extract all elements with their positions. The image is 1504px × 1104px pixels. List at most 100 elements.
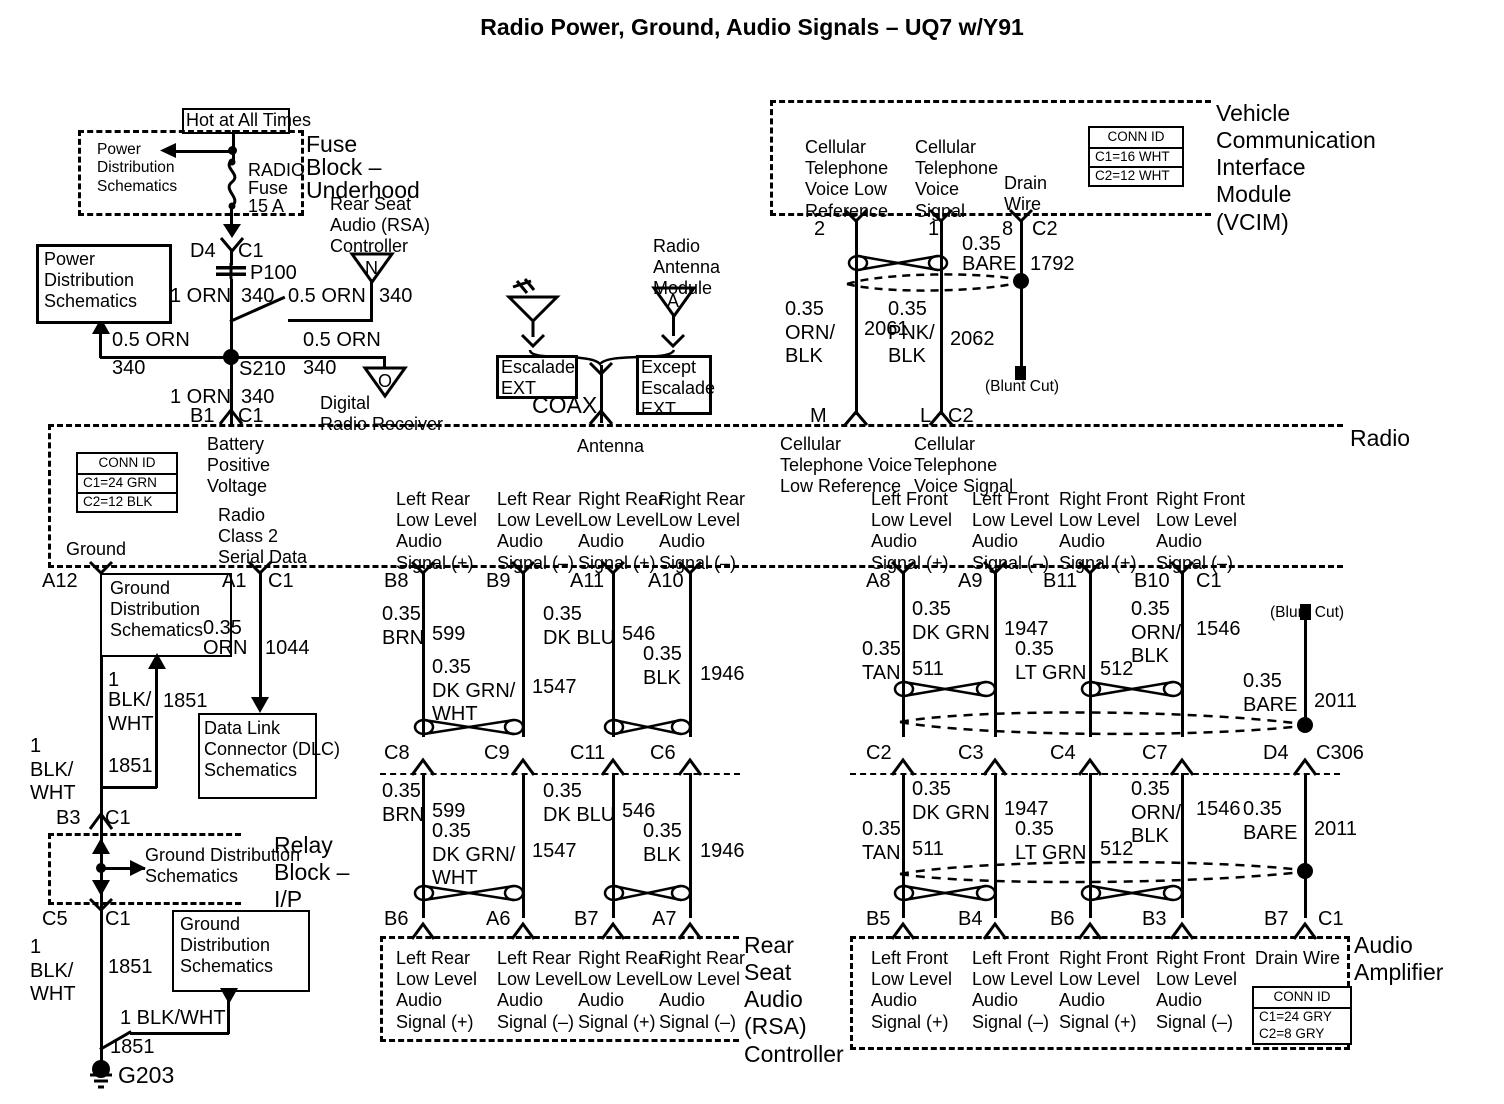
dlc-wire-1044	[259, 572, 262, 700]
rsa-ref-letter: N	[365, 258, 378, 278]
vcim-conn-id-header: CONN ID	[1090, 128, 1182, 149]
radio-battery-positive-label: Battery Positive Voltage	[207, 434, 271, 497]
front-bot-pin-b7-drain: B7	[1264, 908, 1289, 930]
rear-top-pin-a11: A11	[570, 570, 605, 592]
rsa-pin-label-2: Left Rear Low Level Audio Signal (–)	[497, 948, 579, 1032]
radio-antenna-module-ref-letter: A	[667, 291, 680, 311]
rear-wire-a11	[612, 572, 615, 737]
radio-name-label: Radio	[1350, 425, 1411, 451]
front-upper-wire-spec-4: 0.35 ORN/ BLK	[1131, 598, 1181, 668]
front-drain-spec-lower: 0.35 BARE	[1243, 798, 1298, 844]
splice-p100-label: P100	[250, 262, 297, 284]
front-bot-pin-b5: B5	[866, 908, 891, 930]
rear-upper-wire-num-4: 1946	[700, 663, 745, 685]
front-mid-pin-c7: C7	[1142, 742, 1168, 764]
drr-ref-letter: O	[378, 371, 393, 391]
rear-bot-pin-b7: B7	[574, 908, 599, 930]
front-drain-wire-upper	[1304, 618, 1307, 722]
pds-arrow-left-icon	[160, 143, 176, 158]
wire-05orn-rsa: 0.5 ORN	[288, 285, 366, 307]
radio-pin-label-right-front-pos: Right Front Low Level Audio Signal (+)	[1059, 489, 1149, 573]
radio-pin-label-left-rear-pos: Left Rear Low Level Audio Signal (+)	[396, 489, 478, 573]
relay-splice-dot	[96, 863, 106, 873]
dlc-wire-num: 1044	[265, 637, 310, 659]
vcim-bare-color: BARE	[962, 253, 1017, 275]
rear-upper-wire-spec-3: 0.35 DK BLU	[543, 603, 616, 649]
vcim-pin2-number: 2	[814, 218, 826, 240]
rsa-pin-label-3: Right Rear Low Level Audio Signal (+)	[578, 948, 665, 1032]
front-top-pin-b10: B10	[1134, 570, 1170, 592]
terminal-c5: C5	[42, 908, 68, 930]
ground-wire-num-1: 1851	[163, 690, 208, 712]
rear-twisted-pair-upper-right	[603, 718, 692, 736]
audio-amplifier-name: Audio Amplifier	[1354, 932, 1444, 986]
amplifier-conn-id-table: CONN ID C1=24 GRY C2=8 GRY	[1252, 986, 1352, 1045]
terminal-a1: A1	[222, 570, 247, 592]
rear-lower-wire-spec-3: 0.35 DK BLU	[543, 780, 616, 826]
radio-conn-id-table: CONN ID C1=24 GRN C2=12 BLK	[76, 452, 178, 513]
coax-connector-top-icon	[588, 361, 614, 377]
rear-bot-pin-b6: B6	[384, 908, 409, 930]
ground-wire-label-4: 1 BLK/WHT	[120, 1007, 226, 1029]
vcim-pin1-label: Cellular Telephone Voice Signal	[915, 137, 999, 221]
antenna-symbol-icon	[505, 278, 561, 337]
rear-twisted-pair-upper-left	[413, 718, 525, 736]
wire-05orn-left: 0.5 ORN	[112, 329, 190, 351]
front-drain-num-upper: 2011	[1314, 690, 1358, 712]
ground-branch-1851	[155, 660, 158, 788]
ground-symbol-icon	[90, 1073, 112, 1089]
rear-wire-b8	[422, 572, 425, 737]
amp-conn-id-c2: C2=8 GRY	[1259, 1025, 1325, 1041]
front-top-pin-a9: A9	[958, 570, 983, 592]
vcim-conn-id-c2: C2=12 WHT	[1090, 165, 1182, 185]
rear-wire-a10	[689, 572, 692, 737]
front-drain-splice-dot-lower	[1297, 863, 1313, 879]
rear-connector-b9-icon	[510, 560, 536, 576]
front-top-connector-c1: C1	[1196, 570, 1222, 592]
rear-bundle-divider	[380, 773, 740, 775]
rear-upper-wire-spec-1: 0.35 BRN	[382, 603, 425, 649]
rear-mid-pin-c9: C9	[484, 742, 510, 764]
gds2-arrow-icon	[220, 988, 238, 1004]
rear-top-pin-b9: B9	[486, 570, 511, 592]
rsa-branch-horizontal	[288, 319, 373, 322]
rear-wire-b9	[522, 572, 525, 737]
ground-branch-join	[100, 786, 157, 789]
pds-left-up-line	[99, 330, 102, 358]
radio-pin-label-right-rear-neg: Right Rear Low Level Audio Signal (–)	[659, 489, 746, 573]
rear-lower-wire-num-2: 1547	[532, 840, 577, 862]
front-bot-pin-b4: B4	[958, 908, 983, 930]
p100-splice-symbol	[216, 263, 246, 279]
front-mid-pin-c2: C2	[866, 742, 892, 764]
pds-feed-line	[172, 150, 234, 153]
vcim-conn-id-table: CONN ID C1=16 WHT C2=12 WHT	[1088, 126, 1184, 187]
front-bundle-divider	[850, 773, 1340, 775]
front-bot-pin-b3: B3	[1142, 908, 1167, 930]
front-top-pin-b11: B11	[1043, 570, 1078, 592]
dlc-box-label: Data Link Connector (DLC) Schematics	[204, 718, 341, 781]
radio-fuse-symbol	[227, 158, 237, 210]
front-upper-wire-num-4: 1546	[1196, 618, 1241, 640]
wire-340-rsa: 340	[379, 285, 413, 307]
front-twisted-pair-upper-left	[893, 680, 997, 698]
rear-twisted-pair-lower-left	[413, 884, 525, 902]
rear-mid-pin-c6: C6	[650, 742, 676, 764]
ground-distribution-box-1-label: Ground Distribution Schematics	[110, 578, 204, 641]
relay-arrow-up-icon	[92, 838, 110, 854]
rear-upper-wire-num-2: 1547	[532, 676, 577, 698]
front-twisted-pair-lower-left	[893, 884, 997, 902]
front-mid-connector-c306: C306	[1316, 742, 1364, 764]
rear-connector-a11-icon	[600, 560, 626, 576]
splice-s210-dot	[223, 349, 239, 365]
b3-c1-connector-icon	[88, 811, 114, 830]
amp-pin-label-drain: Drain Wire	[1255, 948, 1341, 968]
front-connector-a9-icon	[982, 560, 1008, 576]
radio-conn-id-c2: C2=12 BLK	[78, 491, 176, 511]
splice-s210-label: S210	[239, 358, 286, 380]
page-title: Radio Power, Ground, Audio Signals – UQ7…	[480, 14, 1024, 40]
amp-pin-label-1: Left Front Low Level Audio Signal (+)	[871, 948, 953, 1032]
rsa-controller-name: Rear Seat Audio (RSA) Controller	[744, 932, 844, 1067]
wire-340-left: 340	[112, 357, 146, 379]
front-bot-pin-b6: B6	[1050, 908, 1075, 930]
rsa-pin-label-4: Right Rear Low Level Audio Signal (–)	[659, 948, 746, 1032]
